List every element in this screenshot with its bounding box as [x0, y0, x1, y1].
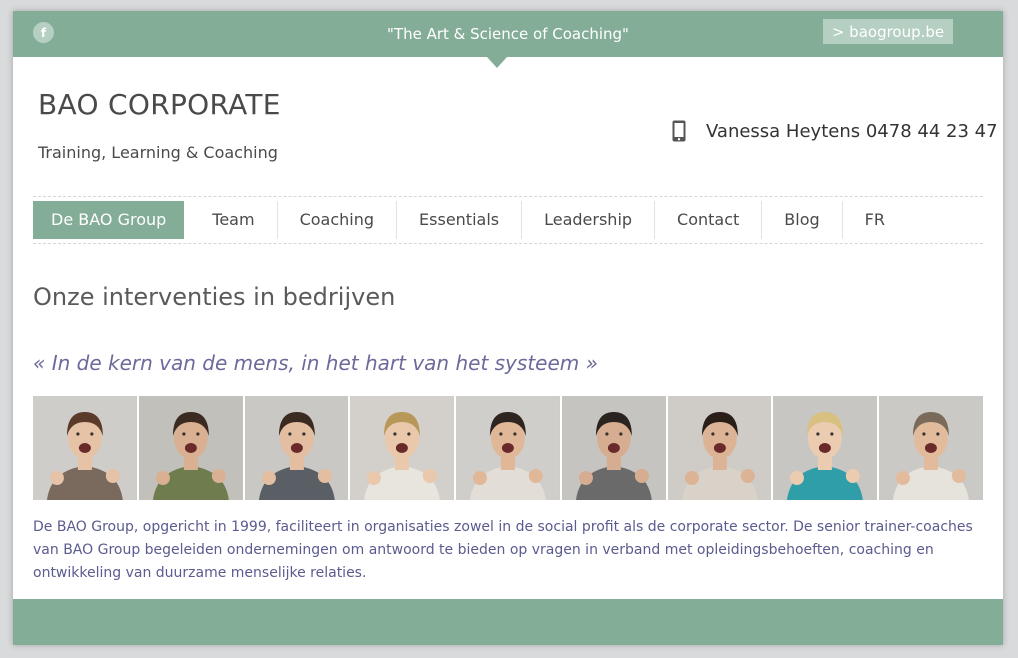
site-subtitle: Training, Learning & Coaching [38, 143, 278, 162]
nav-item-leadership[interactable]: Leadership [521, 201, 654, 239]
nav-item-contact[interactable]: Contact [654, 201, 761, 239]
team-photo [561, 396, 666, 500]
team-photo [667, 396, 772, 500]
nav-item-team[interactable]: Team [190, 201, 276, 239]
team-photo [33, 396, 137, 500]
nav-item-de-bao-group[interactable]: De BAO Group [33, 201, 185, 239]
team-photo [244, 396, 349, 500]
footer-bar [13, 599, 1003, 645]
nav-item-blog[interactable]: Blog [761, 201, 841, 239]
team-photo [456, 396, 560, 500]
contact-phone[interactable]: Vanessa Heytens 0478 44 23 47 [706, 121, 998, 142]
page-frame: f "The Art & Science of Coaching" > baog… [13, 11, 1003, 645]
nav-item-coaching[interactable]: Coaching [276, 201, 396, 239]
team-photo [879, 396, 984, 500]
team-photo [350, 396, 455, 500]
intro-paragraph: De BAO Group, opgericht in 1999, facilit… [33, 519, 973, 581]
nav-item-essentials[interactable]: Essentials [396, 201, 521, 239]
team-photo [773, 396, 878, 500]
team-photo [138, 396, 243, 500]
site-title[interactable]: BAO CORPORATE [38, 88, 281, 121]
top-bar-pointer [487, 57, 507, 68]
page-heading: Onze interventies in bedrijven [33, 283, 396, 311]
top-bar: f "The Art & Science of Coaching" > baog… [13, 11, 1003, 57]
nav-item-fr[interactable]: FR [841, 201, 907, 239]
mobile-phone-icon [672, 120, 686, 142]
photo-strip [33, 396, 984, 500]
baogroup-link[interactable]: > baogroup.be [823, 19, 953, 44]
page-quote: « In de kern van de mens, in het hart va… [33, 351, 598, 375]
main-navigation: De BAO Group Team Coaching Essentials Leader… [33, 196, 983, 244]
